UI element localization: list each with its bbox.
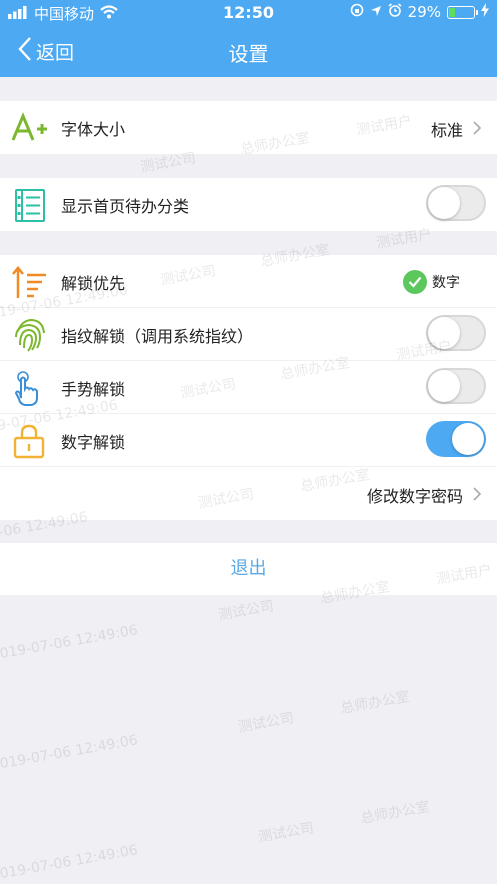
gesture-unlock-row: 手势解锁 [0,361,497,414]
watermark-company: 测试公司 [237,710,296,736]
location-icon [370,3,382,21]
header: 中国移动 12:50 29% 返回 设置 [0,0,497,77]
todo-group: 显示首页待办分类 [0,178,497,231]
number-unlock-toggle[interactable] [426,421,486,457]
watermark-date: 2019-07-06 12:49:06 [0,622,139,664]
chevron-right-icon [470,486,484,501]
page-title: 设置 [228,42,269,66]
watermark-company: 测试公司 [257,820,316,846]
show-todo-toggle[interactable] [426,185,486,221]
priority-sort-icon [10,264,48,300]
show-todo-label: 显示首页待办分类 [61,197,190,216]
watermark-date: 2019-07-06 12:49:06 [0,842,139,884]
font-size-row[interactable]: 字体大小 标准 [0,101,497,154]
watermark-office: 总师办公室 [359,799,432,827]
list-icon [10,187,48,223]
unlock-priority-row[interactable]: 解锁优先 数字 [0,255,497,308]
orientation-lock-icon [350,3,364,21]
number-unlock-row: 数字解锁 [0,414,497,467]
battery-icon [447,5,478,19]
check-circle-icon [403,270,427,294]
fingerprint-unlock-toggle[interactable] [426,315,486,351]
unlock-group: 解锁优先 数字 指纹解锁（调用系统指纹） 手势解锁 数字解锁 修改数字密码 [0,255,497,520]
hand-gesture-icon [10,370,48,406]
font-size-value: 标准 [430,121,463,140]
font-size-group: 字体大小 标准 [0,101,497,154]
fingerprint-icon [10,317,48,353]
gesture-unlock-toggle[interactable] [426,368,486,404]
chevron-right-icon [470,120,484,135]
fingerprint-unlock-label: 指纹解锁（调用系统指纹） [61,327,254,346]
fingerprint-unlock-row: 指纹解锁（调用系统指纹） [0,308,497,361]
change-pin-label: 修改数字密码 [366,487,463,506]
font-size-icon [10,110,48,146]
gesture-unlock-label: 手势解锁 [61,380,126,399]
unlock-priority-label: 解锁优先 [61,274,126,293]
watermark-date: 2019-07-06 12:49:06 [0,732,139,774]
watermark-company: 测试公司 [217,598,276,624]
change-pin-row[interactable]: 修改数字密码 [0,467,497,520]
battery-percent: 29% [407,3,441,21]
alarm-icon [388,3,402,21]
watermark-office: 总师办公室 [339,689,412,717]
lock-icon [10,423,48,459]
charging-icon [481,3,489,21]
battery-fill [449,7,455,17]
nav-bar: 返回 设置 [0,26,497,76]
unlock-priority-value[interactable]: 数字 [403,270,460,294]
unlock-priority-text: 数字 [432,275,460,291]
status-bar: 中国移动 12:50 29% [0,0,497,24]
status-right: 29% [350,3,489,21]
number-unlock-label: 数字解锁 [61,433,126,452]
logout-button[interactable]: 退出 [0,543,497,595]
show-todo-row: 显示首页待办分类 [0,178,497,231]
font-size-label: 字体大小 [61,120,126,139]
